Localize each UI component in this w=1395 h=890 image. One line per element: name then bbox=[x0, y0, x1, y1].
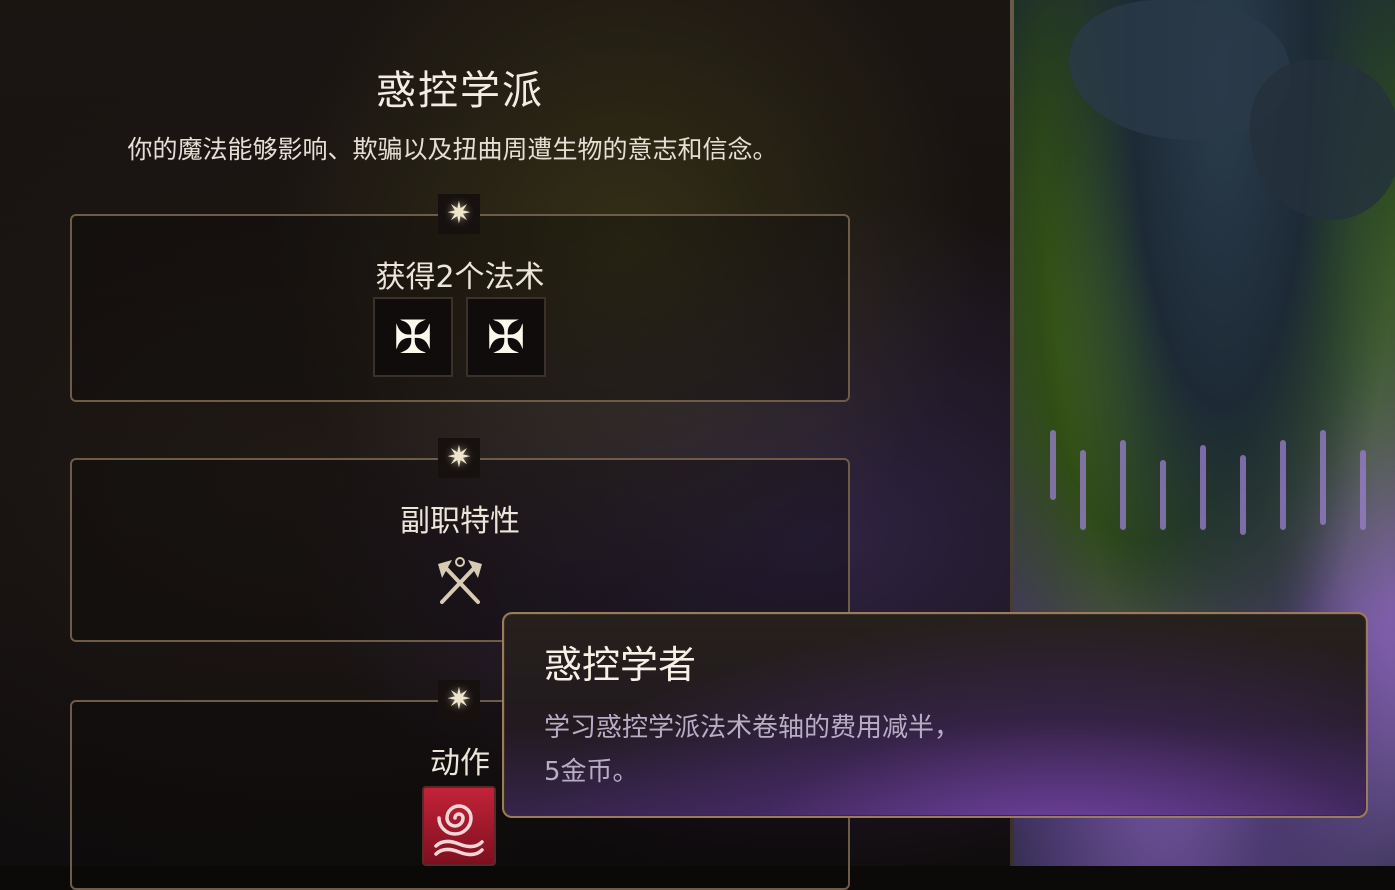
lavender bbox=[1120, 440, 1126, 530]
school-description: 你的魔法能够影响、欺骗以及扭曲周遭生物的意志和信念。 bbox=[127, 135, 778, 164]
spiral-icon[interactable] bbox=[422, 786, 496, 866]
passive-section-label: 副职特性 bbox=[400, 504, 520, 539]
lavender bbox=[1320, 430, 1326, 525]
spells-section bbox=[70, 214, 850, 402]
tooltip-body: 学习惑控学派法术卷轴的费用减半， 5金币。 bbox=[544, 713, 961, 787]
school-title: 惑控学派 bbox=[376, 68, 544, 114]
spell-slot-2[interactable]: ✠ bbox=[466, 297, 546, 377]
lavender bbox=[1360, 450, 1366, 530]
crossed-axes-icon[interactable] bbox=[430, 552, 490, 612]
cross-pattee-icon: ✠ bbox=[393, 310, 433, 364]
lavender bbox=[1050, 430, 1056, 500]
star-ornament-icon: ✷ bbox=[433, 438, 485, 478]
tooltip-title: 惑控学者 bbox=[544, 643, 697, 687]
spell-slot-1[interactable]: ✠ bbox=[373, 297, 453, 377]
lavender bbox=[1160, 460, 1166, 530]
spells-section-label: 获得2个法术 bbox=[375, 260, 545, 295]
lavender bbox=[1280, 440, 1286, 530]
rock bbox=[1250, 60, 1395, 220]
star-ornament-icon: ✷ bbox=[433, 194, 485, 234]
cross-pattee-icon: ✠ bbox=[486, 310, 526, 364]
feat-tooltip: 惑控学者 学习惑控学派法术卷轴的费用减半， 5金币。 bbox=[502, 612, 1368, 818]
lavender bbox=[1200, 445, 1206, 530]
star-ornament-icon: ✷ bbox=[433, 680, 485, 720]
lavender bbox=[1080, 450, 1086, 530]
lavender bbox=[1240, 455, 1246, 535]
